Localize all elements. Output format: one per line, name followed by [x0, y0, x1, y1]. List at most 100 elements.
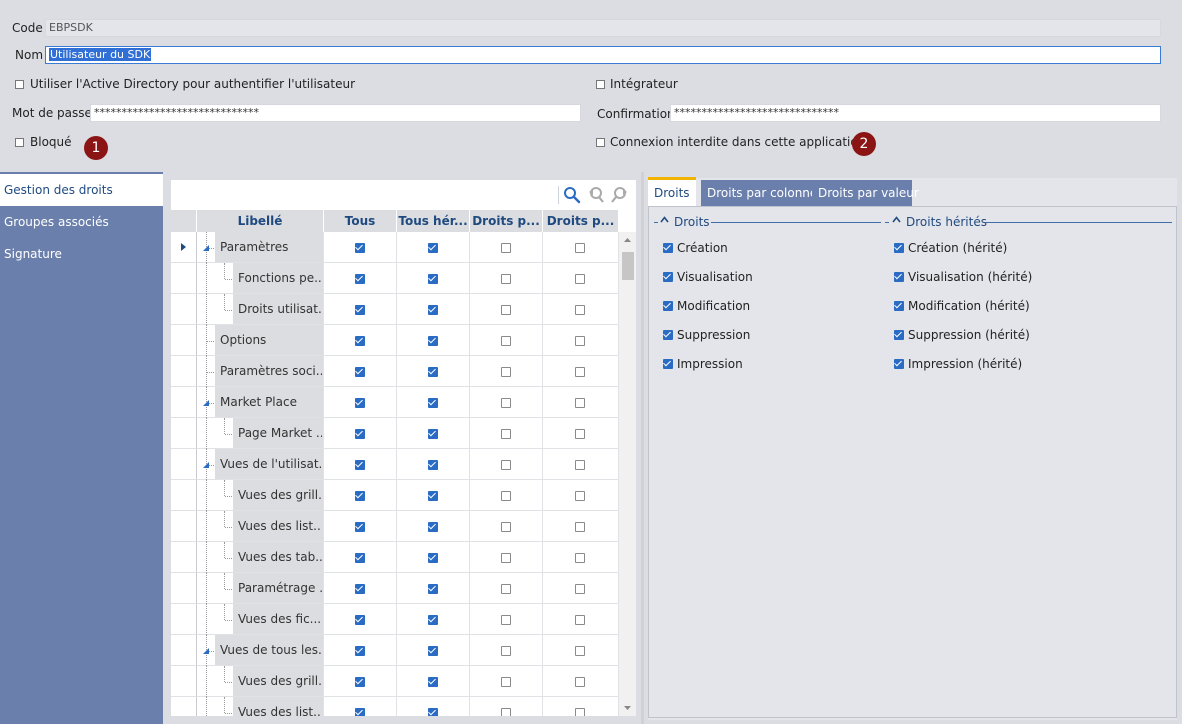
checked-checkbox[interactable]: [355, 429, 365, 439]
sidebar-item-gestion-des-droits[interactable]: Gestion des droits: [0, 174, 163, 206]
scroll-down-icon[interactable]: [623, 705, 632, 711]
row-indicator[interactable]: [171, 263, 197, 294]
unchecked-checkbox[interactable]: [501, 584, 511, 594]
unchecked-checkbox[interactable]: [575, 336, 585, 346]
row-indicator[interactable]: [171, 635, 197, 666]
integrateur-checkbox[interactable]: [596, 80, 605, 89]
unchecked-checkbox[interactable]: [501, 305, 511, 315]
unchecked-checkbox[interactable]: [575, 460, 585, 470]
table-row[interactable]: Vues des grill...: [171, 666, 619, 697]
row-libelle-cell[interactable]: Vues des fic...: [197, 604, 324, 635]
grid-scrollbar[interactable]: [619, 232, 636, 716]
checked-checkbox[interactable]: [355, 491, 365, 501]
row-indicator[interactable]: [171, 604, 197, 635]
table-row[interactable]: Paramétrage ...: [171, 573, 619, 604]
tab-droits[interactable]: Droits: [648, 177, 696, 206]
unchecked-checkbox[interactable]: [501, 615, 511, 625]
unchecked-checkbox[interactable]: [501, 708, 511, 716]
table-row[interactable]: Paramètres: [171, 232, 619, 263]
unchecked-checkbox[interactable]: [501, 429, 511, 439]
checked-checkbox[interactable]: [428, 615, 438, 625]
row-libelle-cell[interactable]: Vues des tab...: [197, 542, 324, 573]
droit-checkbox[interactable]: [663, 301, 673, 311]
unchecked-checkbox[interactable]: [575, 522, 585, 532]
collapse-icon[interactable]: [660, 216, 669, 223]
checked-checkbox[interactable]: [428, 584, 438, 594]
row-libelle-cell[interactable]: Page Market ...: [197, 418, 324, 449]
expand-toggle-icon[interactable]: [203, 245, 210, 252]
row-libelle-cell[interactable]: Vues des list...: [197, 511, 324, 542]
checked-checkbox[interactable]: [428, 274, 438, 284]
row-indicator[interactable]: [171, 697, 197, 716]
checked-checkbox[interactable]: [355, 615, 365, 625]
row-indicator[interactable]: [171, 418, 197, 449]
expand-toggle-icon[interactable]: [203, 400, 210, 407]
sidebar-item-groupes-associes[interactable]: Groupes associés: [0, 206, 163, 238]
unchecked-checkbox[interactable]: [501, 460, 511, 470]
grid-header-tous-herites[interactable]: Tous hér...: [397, 210, 470, 232]
unchecked-checkbox[interactable]: [575, 708, 585, 716]
row-indicator[interactable]: [171, 325, 197, 356]
table-row[interactable]: Vues de l'utilisat...: [171, 449, 619, 480]
checked-checkbox[interactable]: [355, 367, 365, 377]
grid-header-libelle[interactable]: Libellé: [197, 210, 324, 232]
table-row[interactable]: Fonctions pe...: [171, 263, 619, 294]
unchecked-checkbox[interactable]: [575, 615, 585, 625]
row-indicator[interactable]: [171, 573, 197, 604]
row-indicator[interactable]: [171, 542, 197, 573]
checked-checkbox[interactable]: [355, 646, 365, 656]
search-icon[interactable]: [563, 186, 581, 204]
search-next-icon[interactable]: [611, 186, 629, 204]
droit-herite-checkbox[interactable]: [894, 330, 904, 340]
unchecked-checkbox[interactable]: [501, 553, 511, 563]
search-previous-icon[interactable]: [587, 186, 605, 204]
row-indicator[interactable]: [171, 449, 197, 480]
checked-checkbox[interactable]: [428, 398, 438, 408]
checked-checkbox[interactable]: [428, 646, 438, 656]
row-libelle-cell[interactable]: Droits utilisat...: [197, 294, 324, 325]
row-indicator[interactable]: [171, 511, 197, 542]
checked-checkbox[interactable]: [428, 243, 438, 253]
unchecked-checkbox[interactable]: [575, 491, 585, 501]
tab-droits-par-valeur[interactable]: Droits par valeur: [812, 180, 919, 206]
checked-checkbox[interactable]: [428, 460, 438, 470]
droit-checkbox[interactable]: [663, 330, 673, 340]
row-libelle-cell[interactable]: Fonctions pe...: [197, 263, 324, 294]
table-row[interactable]: Vues des list...: [171, 697, 619, 716]
row-libelle-cell[interactable]: Market Place: [197, 387, 324, 418]
row-libelle-cell[interactable]: Options: [197, 325, 324, 356]
checked-checkbox[interactable]: [355, 460, 365, 470]
unchecked-checkbox[interactable]: [501, 336, 511, 346]
table-row[interactable]: Paramètres soci...: [171, 356, 619, 387]
unchecked-checkbox[interactable]: [501, 522, 511, 532]
row-libelle-cell[interactable]: Vues de l'utilisat...: [197, 449, 324, 480]
collapse-icon[interactable]: [892, 216, 901, 223]
droit-herite-checkbox[interactable]: [894, 243, 904, 253]
droit-herite-checkbox[interactable]: [894, 301, 904, 311]
checked-checkbox[interactable]: [355, 584, 365, 594]
scroll-up-icon[interactable]: [623, 237, 632, 243]
row-libelle-cell[interactable]: Vues de tous les...: [197, 635, 324, 666]
checked-checkbox[interactable]: [355, 305, 365, 315]
droit-herite-checkbox[interactable]: [894, 272, 904, 282]
checked-checkbox[interactable]: [428, 522, 438, 532]
unchecked-checkbox[interactable]: [501, 367, 511, 377]
row-libelle-cell[interactable]: Paramétrage ...: [197, 573, 324, 604]
expand-toggle-icon[interactable]: [203, 462, 210, 469]
grid-header-droits-p-2[interactable]: Droits p...: [543, 210, 619, 232]
row-libelle-cell[interactable]: Vues des grill...: [197, 666, 324, 697]
checked-checkbox[interactable]: [428, 491, 438, 501]
row-indicator[interactable]: [171, 387, 197, 418]
panel-splitter[interactable]: [641, 172, 644, 724]
unchecked-checkbox[interactable]: [575, 646, 585, 656]
checked-checkbox[interactable]: [355, 398, 365, 408]
table-row[interactable]: Options: [171, 325, 619, 356]
checked-checkbox[interactable]: [355, 274, 365, 284]
table-row[interactable]: Vues des list...: [171, 511, 619, 542]
unchecked-checkbox[interactable]: [501, 646, 511, 656]
unchecked-checkbox[interactable]: [501, 398, 511, 408]
table-row[interactable]: Page Market ...: [171, 418, 619, 449]
droit-checkbox[interactable]: [663, 359, 673, 369]
unchecked-checkbox[interactable]: [575, 677, 585, 687]
active-directory-checkbox[interactable]: [15, 80, 24, 89]
